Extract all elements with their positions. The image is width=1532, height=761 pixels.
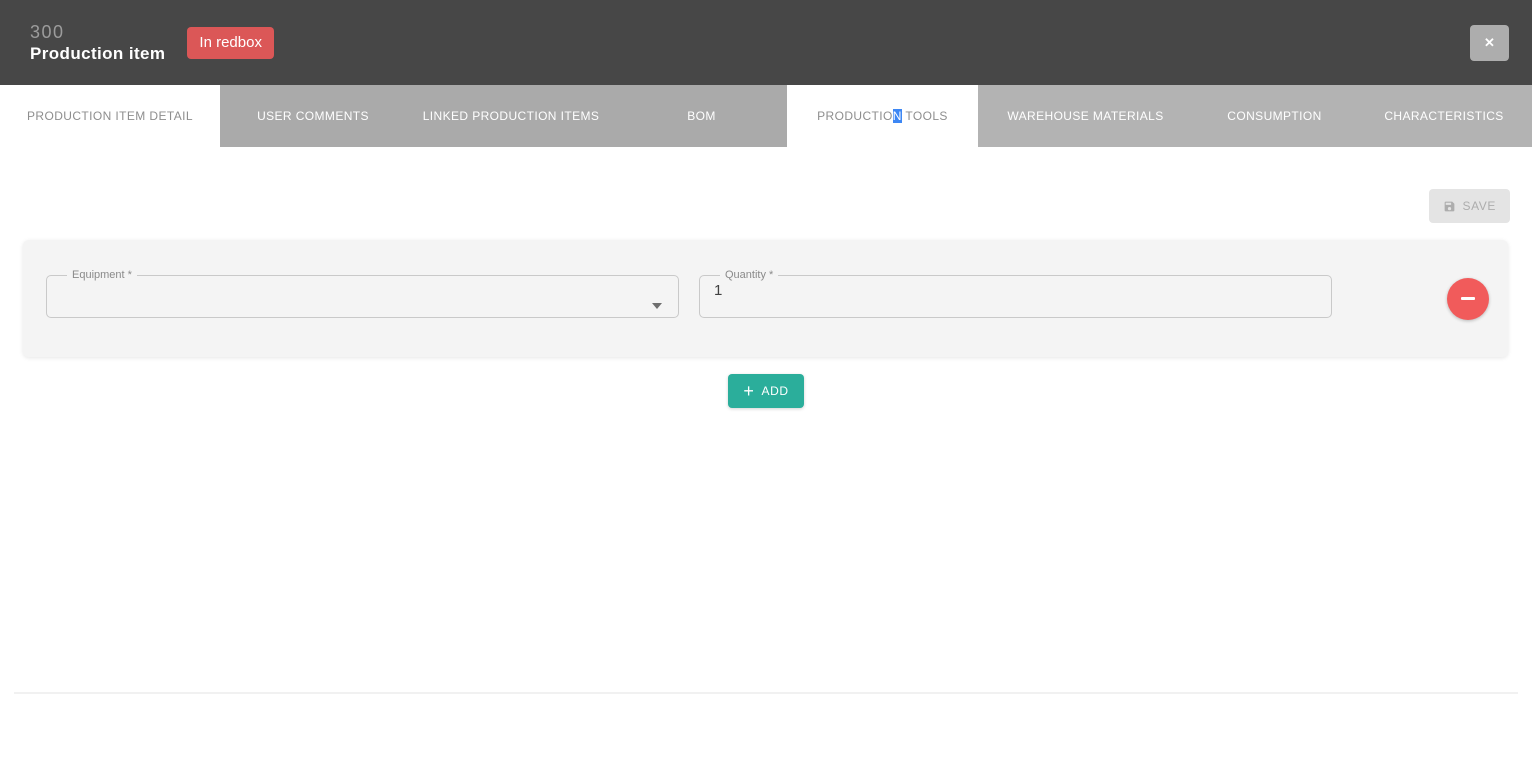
remove-row-button[interactable] [1447,278,1489,320]
chevron-down-icon [652,303,662,309]
equipment-label: Equipment * [67,270,137,281]
text-selection-highlight: N [893,109,902,123]
save-button[interactable]: SAVE [1429,189,1510,223]
tab-production-item-detail[interactable]: PRODUCTION ITEM DETAIL [0,85,220,147]
tab-production-tools[interactable]: PRODUCTION TOOLS [787,85,978,147]
row-actions [1332,278,1489,320]
tab-label-segment: PRODUCTIO [817,109,893,123]
equipment-value [59,281,666,303]
window-header: 300 Production item In redbox ✕ [0,0,1532,85]
production-tools-panel: SAVE Equipment * Quantity * + ADD [0,189,1532,694]
minus-icon [1461,297,1475,300]
tab-user-comments[interactable]: USER COMMENTS [220,85,406,147]
tab-label: LINKED PRODUCTION ITEMS [423,109,600,123]
panel-toolbar: SAVE [0,189,1510,223]
equipment-select[interactable]: Equipment * [46,270,679,318]
tab-characteristics[interactable]: CHARACTERISTICS [1356,85,1532,147]
save-icon [1443,200,1456,213]
item-number: 300 [30,22,165,42]
divider [14,692,1518,694]
tab-label: BOM [687,109,716,123]
add-button[interactable]: + ADD [728,374,803,408]
quantity-input[interactable] [712,281,1319,299]
close-button[interactable]: ✕ [1470,25,1509,61]
add-button-label: ADD [761,384,788,398]
add-row: + ADD [0,374,1532,408]
quantity-label: Quantity * [720,270,778,281]
save-button-label: SAVE [1462,199,1496,213]
title-block: 300 Production item [30,22,165,64]
tab-label: PRODUCTION ITEM DETAIL [27,109,193,123]
plus-icon: + [743,382,754,400]
production-tool-row: Equipment * Quantity * [23,240,1508,357]
tab-linked-production-items[interactable]: LINKED PRODUCTION ITEMS [406,85,616,147]
tab-bar: PRODUCTION ITEM DETAIL USER COMMENTS LIN… [0,85,1532,147]
tab-label: USER COMMENTS [257,109,369,123]
close-icon: ✕ [1484,35,1495,51]
tab-warehouse-materials[interactable]: WAREHOUSE MATERIALS [978,85,1193,147]
status-badge: In redbox [187,27,274,59]
tab-label: CHARACTERISTICS [1384,109,1503,123]
tab-label-segment: TOOLS [902,109,948,123]
quantity-field: Quantity * [699,270,1332,318]
tab-bom[interactable]: BOM [616,85,787,147]
page-title: Production item [30,44,165,64]
production-item-window: 300 Production item In redbox ✕ PRODUCTI… [0,0,1532,694]
tab-consumption[interactable]: CONSUMPTION [1193,85,1356,147]
tab-label: CONSUMPTION [1227,109,1321,123]
tab-label: WAREHOUSE MATERIALS [1007,109,1163,123]
